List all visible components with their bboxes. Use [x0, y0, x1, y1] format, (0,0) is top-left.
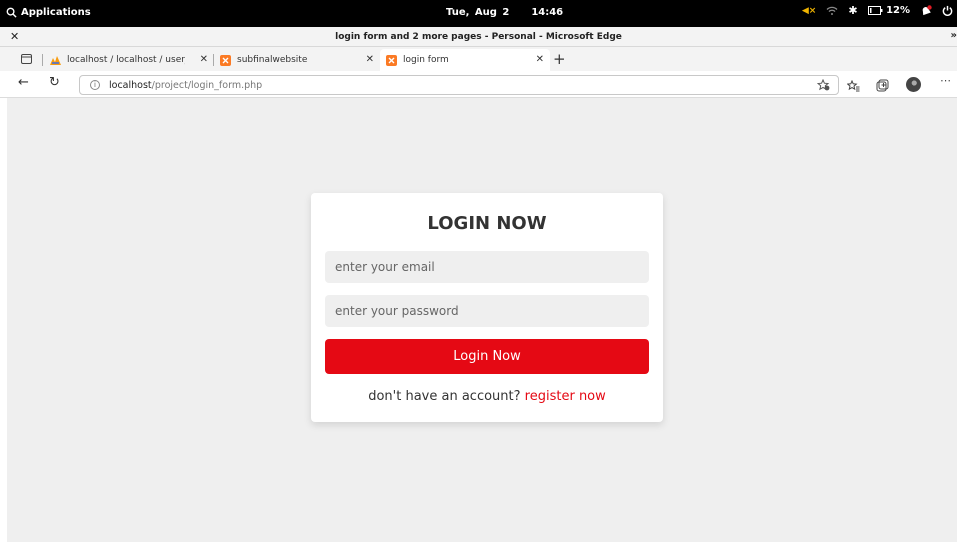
navigation-bar: ← ↻ i localhost/project/login_form.php ⋯: [0, 71, 957, 98]
date-label: Tue, Aug 2: [446, 7, 510, 18]
email-field[interactable]: [325, 251, 649, 283]
login-form-card: login now Login Now don't have an accoun…: [311, 193, 663, 422]
wifi-icon[interactable]: [826, 6, 838, 16]
bluetooth-icon[interactable]: ✱: [848, 4, 857, 17]
applications-label: Applications: [21, 7, 91, 18]
tab-separator: [42, 54, 43, 66]
back-arrow-icon[interactable]: ←: [18, 75, 29, 90]
url-host: localhost: [109, 79, 152, 91]
refresh-icon[interactable]: ↻: [49, 75, 60, 90]
register-link[interactable]: register now: [525, 389, 606, 404]
tab-close-icon[interactable]: ✕: [200, 54, 208, 65]
power-icon[interactable]: [942, 5, 953, 16]
clock[interactable]: Tue, Aug 2 14:46: [446, 7, 563, 18]
collections-icon[interactable]: [876, 77, 889, 96]
time-label: 14:46: [531, 7, 564, 18]
url-path: /project/login_form.php: [151, 79, 263, 91]
login-heading: login now: [427, 213, 547, 234]
phpmyadmin-icon: [50, 55, 61, 66]
window-edge-icon: »: [950, 30, 957, 41]
tab-actions-icon: [20, 54, 32, 64]
window-title: login form and 2 more pages - Personal -…: [335, 32, 622, 42]
add-favorite-icon[interactable]: [816, 78, 830, 94]
system-tray[interactable]: ◀× ✱ 12%: [802, 4, 953, 17]
tab-subfinalwebsite[interactable]: subfinalwebsite ✕: [214, 49, 380, 71]
password-field[interactable]: [325, 295, 649, 327]
window-title-bar: ✕ login form and 2 more pages - Personal…: [0, 27, 957, 47]
battery-percent: 12%: [886, 5, 910, 16]
tab-strip: localhost / localhost / user_db / ✕ subf…: [0, 47, 957, 71]
volume-muted-icon[interactable]: ◀×: [802, 6, 816, 16]
more-options-icon[interactable]: ⋯: [940, 74, 951, 87]
xampp-icon: [220, 54, 231, 66]
register-prompt-text: don't have an account?: [368, 389, 521, 404]
applications-menu[interactable]: Applications: [6, 7, 91, 18]
tab-phpmyadmin[interactable]: localhost / localhost / user_db / ✕: [44, 49, 214, 71]
battery-icon: [867, 6, 883, 15]
url-text: localhost/project/login_form.php: [109, 80, 262, 91]
address-bar[interactable]: i localhost/project/login_form.php: [79, 75, 839, 95]
tab-close-icon[interactable]: ✕: [366, 54, 374, 65]
system-top-bar: Applications Tue, Aug 2 14:46 ◀× ✱ 12%: [0, 0, 957, 27]
tab-login-form[interactable]: login form ✕: [380, 49, 550, 71]
tab-label: subfinalwebsite: [237, 55, 308, 65]
login-button[interactable]: Login Now: [325, 339, 649, 374]
site-info-icon[interactable]: i: [90, 80, 100, 90]
page-viewport: login now Login Now don't have an accoun…: [7, 98, 957, 542]
tab-label: localhost / localhost / user_db /: [67, 55, 185, 65]
battery-indicator[interactable]: 12%: [867, 5, 910, 16]
xampp-icon: [386, 54, 397, 66]
search-icon: [6, 7, 17, 18]
profile-avatar[interactable]: [906, 77, 921, 92]
notification-bell-icon[interactable]: [920, 4, 932, 17]
register-prompt: don't have an account? register now: [311, 389, 663, 404]
tab-label: login form: [403, 55, 449, 65]
favorites-icon[interactable]: [846, 77, 860, 96]
tab-actions-button[interactable]: [18, 51, 34, 67]
tab-close-icon[interactable]: ✕: [536, 54, 544, 65]
new-tab-plus-icon[interactable]: +: [553, 50, 566, 68]
